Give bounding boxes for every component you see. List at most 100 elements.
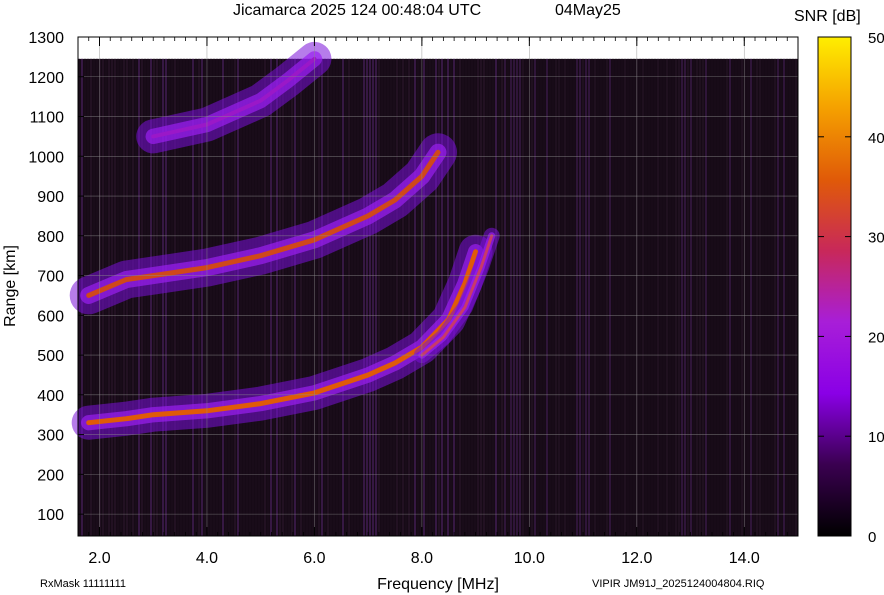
noise-column (324, 58, 326, 536)
noise-column (309, 58, 311, 536)
noise-column (300, 58, 302, 536)
noise-column (297, 58, 299, 536)
noise-column (561, 58, 563, 536)
noise-column (429, 58, 431, 536)
noise-column (789, 58, 791, 536)
noise-column (366, 58, 368, 536)
noise-column (708, 58, 710, 536)
noise-column (345, 58, 347, 536)
noise-column (645, 58, 647, 536)
noise-column (552, 58, 554, 536)
noise-column (423, 58, 425, 536)
footer-filename: VIPIR JM91J_2025124004804.RIQ (592, 578, 765, 590)
noise-column (534, 58, 536, 536)
noise-column (672, 58, 674, 536)
colorbar: 0 10 20 30 40 50 (817, 30, 884, 546)
noise-column (327, 58, 329, 536)
noise-column (660, 58, 662, 536)
y-tick-label: 900 (37, 189, 64, 206)
ionogram-chart: Jicamarca 2025 124 00:48:04 UTC 04May25 … (2, 2, 884, 593)
noise-column (651, 58, 653, 536)
noise-column (267, 58, 269, 536)
noise-column (654, 58, 656, 536)
x-tick-label: 14.0 (729, 550, 760, 567)
noise-column (393, 58, 395, 536)
noise-column (555, 58, 557, 536)
x-tick-label: 10.0 (514, 550, 545, 567)
noise-column (771, 58, 773, 536)
noise-column (750, 58, 752, 536)
noise-column (537, 58, 539, 536)
noise-column (615, 58, 617, 536)
noise-column (426, 58, 428, 536)
noise-column (612, 58, 614, 536)
noise-column (246, 58, 248, 536)
noise-column (735, 58, 737, 536)
noise-column (249, 58, 251, 536)
noise-column (360, 58, 362, 536)
noise-column (387, 58, 389, 536)
noise-column (606, 58, 608, 536)
noise-column (339, 58, 341, 536)
noise-column (732, 58, 734, 536)
noise-column (315, 58, 317, 536)
noise-column (375, 58, 377, 536)
chart-date: 04May25 (555, 2, 621, 19)
noise-column (333, 58, 335, 536)
noise-column (237, 58, 239, 536)
noise-column (411, 58, 413, 536)
noise-column (495, 58, 497, 536)
y-tick-label: 600 (37, 308, 64, 325)
noise-column (687, 58, 689, 536)
noise-column (513, 58, 515, 536)
noise-column (597, 58, 599, 536)
noise-column (690, 58, 692, 536)
noise-column (723, 58, 725, 536)
noise-column (627, 58, 629, 536)
y-tick-label: 1100 (30, 110, 65, 127)
colorbar-gradient (817, 36, 852, 537)
noise-column (489, 58, 491, 536)
noise-column (417, 58, 419, 536)
noise-column (639, 58, 641, 536)
colorbar-label: SNR [dB] (794, 8, 861, 25)
noise-column (702, 58, 704, 536)
noise-column (711, 58, 713, 536)
noise-column (483, 58, 485, 536)
noise-column (312, 58, 314, 536)
y-axis: 100 200 300 400 500 600 700 800 900 1000 1100 1200 1… (28, 30, 84, 524)
noise-column (588, 58, 590, 536)
noise-column (573, 58, 575, 536)
noise-column (390, 58, 392, 536)
noise-column (630, 58, 632, 536)
noise-column (591, 58, 593, 536)
noise-column (243, 58, 245, 536)
noise-column (264, 58, 266, 536)
noise-column (753, 58, 755, 536)
x-axis-label: Frequency [MHz] (377, 576, 499, 593)
footer-rxmask: RxMask 11111111 (40, 578, 126, 590)
y-tick-label: 200 (37, 467, 64, 484)
noise-column (294, 58, 296, 536)
noise-column (549, 58, 551, 536)
noise-column (384, 58, 386, 536)
x-tick-label: 8.0 (411, 550, 433, 567)
noise-column (678, 58, 680, 536)
noise-column (318, 58, 320, 536)
noise-column (330, 58, 332, 536)
noise-column (378, 58, 380, 536)
x-tick-label: 2.0 (88, 550, 110, 567)
noise-column (705, 58, 707, 536)
noise-column (516, 58, 518, 536)
noise-column (768, 58, 770, 536)
noise-column (372, 58, 374, 536)
noise-column (663, 58, 665, 536)
chart-title: Jicamarca 2025 124 00:48:04 UTC (233, 2, 481, 19)
noise-column (609, 58, 611, 536)
noise-column (507, 58, 509, 536)
noise-column (528, 58, 530, 536)
noise-column (405, 58, 407, 536)
noise-column (414, 58, 416, 536)
noise-column (354, 58, 356, 536)
noise-column (783, 58, 785, 536)
